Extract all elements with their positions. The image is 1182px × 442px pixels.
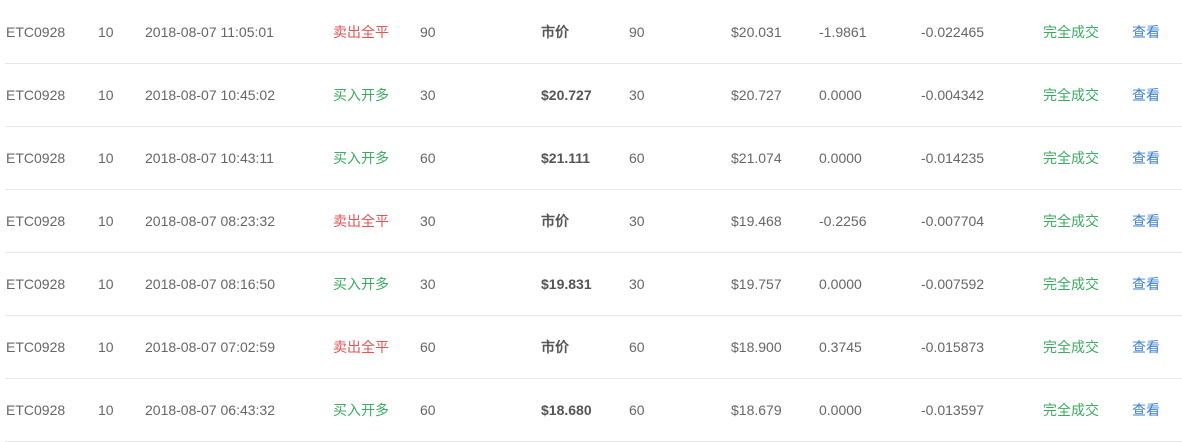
avg-price-cell: $19.757 bbox=[731, 276, 782, 292]
leverage-cell: 10 bbox=[98, 150, 114, 166]
view-link[interactable]: 查看 bbox=[1132, 64, 1160, 126]
direction-cell: 买入开多 bbox=[333, 150, 389, 166]
time-cell: 2018-08-07 08:16:50 bbox=[145, 276, 275, 292]
fee-cell: -0.004342 bbox=[921, 87, 985, 103]
contract-cell: ETC0928 bbox=[6, 213, 66, 229]
price-cell: 市价 bbox=[541, 213, 569, 229]
table-row: ETC0928 10 2018-08-07 08:16:50 买入开多 30 $… bbox=[5, 253, 1182, 316]
price-cell: 市价 bbox=[541, 339, 569, 355]
pnl-cell: 0.0000 bbox=[819, 87, 862, 103]
contract-cell: ETC0928 bbox=[6, 150, 66, 166]
direction-cell: 买入开多 bbox=[333, 276, 389, 292]
table-row: ETC0928 10 2018-08-07 11:05:01 卖出全平 90 市… bbox=[5, 1, 1182, 64]
contract-cell: ETC0928 bbox=[6, 402, 66, 418]
fee-cell: -0.015873 bbox=[921, 339, 985, 355]
quantity-cell: 90 bbox=[420, 24, 436, 40]
status-cell: 完全成交 bbox=[1043, 402, 1099, 418]
filled-cell: 90 bbox=[629, 24, 645, 40]
filled-cell: 60 bbox=[629, 402, 645, 418]
quantity-cell: 30 bbox=[420, 213, 436, 229]
direction-cell: 卖出全平 bbox=[333, 24, 389, 40]
status-cell: 完全成交 bbox=[1043, 276, 1099, 292]
avg-price-cell: $19.468 bbox=[731, 213, 782, 229]
leverage-cell: 10 bbox=[98, 213, 114, 229]
direction-cell: 卖出全平 bbox=[333, 339, 389, 355]
avg-price-cell: $18.900 bbox=[731, 339, 782, 355]
pnl-cell: 0.0000 bbox=[819, 402, 862, 418]
filled-cell: 60 bbox=[629, 339, 645, 355]
contract-cell: ETC0928 bbox=[6, 339, 66, 355]
contract-cell: ETC0928 bbox=[6, 87, 66, 103]
time-cell: 2018-08-07 10:45:02 bbox=[145, 87, 275, 103]
price-cell: $19.831 bbox=[541, 276, 592, 292]
quantity-cell: 60 bbox=[420, 402, 436, 418]
view-link[interactable]: 查看 bbox=[1132, 316, 1160, 378]
quantity-cell: 30 bbox=[420, 276, 436, 292]
time-cell: 2018-08-07 08:23:32 bbox=[145, 213, 275, 229]
view-link[interactable]: 查看 bbox=[1132, 190, 1160, 252]
direction-cell: 买入开多 bbox=[333, 402, 389, 418]
order-history-table: ETC0928 10 2018-08-07 11:05:01 卖出全平 90 市… bbox=[0, 0, 1182, 442]
status-cell: 完全成交 bbox=[1043, 87, 1099, 103]
fee-cell: -0.022465 bbox=[921, 24, 985, 40]
status-cell: 完全成交 bbox=[1043, 150, 1099, 166]
leverage-cell: 10 bbox=[98, 24, 114, 40]
filled-cell: 30 bbox=[629, 87, 645, 103]
table-row: ETC0928 10 2018-08-07 10:43:11 买入开多 60 $… bbox=[5, 127, 1182, 190]
pnl-cell: -1.9861 bbox=[819, 24, 867, 40]
quantity-cell: 30 bbox=[420, 87, 436, 103]
status-cell: 完全成交 bbox=[1043, 213, 1099, 229]
time-cell: 2018-08-07 11:05:01 bbox=[145, 24, 274, 40]
quantity-cell: 60 bbox=[420, 150, 436, 166]
table-row: ETC0928 10 2018-08-07 06:43:32 买入开多 60 $… bbox=[5, 379, 1182, 442]
time-cell: 2018-08-07 07:02:59 bbox=[145, 339, 275, 355]
price-cell: $21.111 bbox=[541, 150, 591, 166]
view-link[interactable]: 查看 bbox=[1132, 1, 1160, 63]
filled-cell: 30 bbox=[629, 213, 645, 229]
fee-cell: -0.013597 bbox=[921, 402, 985, 418]
price-cell: $18.680 bbox=[541, 402, 592, 418]
price-cell: 市价 bbox=[541, 24, 569, 40]
pnl-cell: -0.2256 bbox=[819, 213, 867, 229]
view-link[interactable]: 查看 bbox=[1132, 253, 1160, 315]
direction-cell: 卖出全平 bbox=[333, 213, 389, 229]
leverage-cell: 10 bbox=[98, 339, 114, 355]
table-row: ETC0928 10 2018-08-07 07:02:59 卖出全平 60 市… bbox=[5, 316, 1182, 379]
avg-price-cell: $18.679 bbox=[731, 402, 782, 418]
fee-cell: -0.007592 bbox=[921, 276, 985, 292]
pnl-cell: 0.0000 bbox=[819, 150, 862, 166]
leverage-cell: 10 bbox=[98, 276, 114, 292]
fee-cell: -0.007704 bbox=[921, 213, 985, 229]
table-row: ETC0928 10 2018-08-07 10:45:02 买入开多 30 $… bbox=[5, 64, 1182, 127]
time-cell: 2018-08-07 06:43:32 bbox=[145, 402, 275, 418]
contract-cell: ETC0928 bbox=[6, 276, 66, 292]
avg-price-cell: $21.074 bbox=[731, 150, 782, 166]
pnl-cell: 0.3745 bbox=[819, 339, 862, 355]
status-cell: 完全成交 bbox=[1043, 24, 1099, 40]
quantity-cell: 60 bbox=[420, 339, 436, 355]
status-cell: 完全成交 bbox=[1043, 339, 1099, 355]
contract-cell: ETC0928 bbox=[6, 24, 66, 40]
direction-cell: 买入开多 bbox=[333, 87, 389, 103]
avg-price-cell: $20.031 bbox=[731, 24, 782, 40]
time-cell: 2018-08-07 10:43:11 bbox=[145, 150, 274, 166]
filled-cell: 60 bbox=[629, 150, 645, 166]
avg-price-cell: $20.727 bbox=[731, 87, 782, 103]
leverage-cell: 10 bbox=[98, 402, 114, 418]
table-row: ETC0928 10 2018-08-07 08:23:32 卖出全平 30 市… bbox=[5, 190, 1182, 253]
pnl-cell: 0.0000 bbox=[819, 276, 862, 292]
view-link[interactable]: 查看 bbox=[1132, 379, 1160, 441]
price-cell: $20.727 bbox=[541, 87, 592, 103]
leverage-cell: 10 bbox=[98, 87, 114, 103]
view-link[interactable]: 查看 bbox=[1132, 127, 1160, 189]
filled-cell: 30 bbox=[629, 276, 645, 292]
fee-cell: -0.014235 bbox=[921, 150, 985, 166]
